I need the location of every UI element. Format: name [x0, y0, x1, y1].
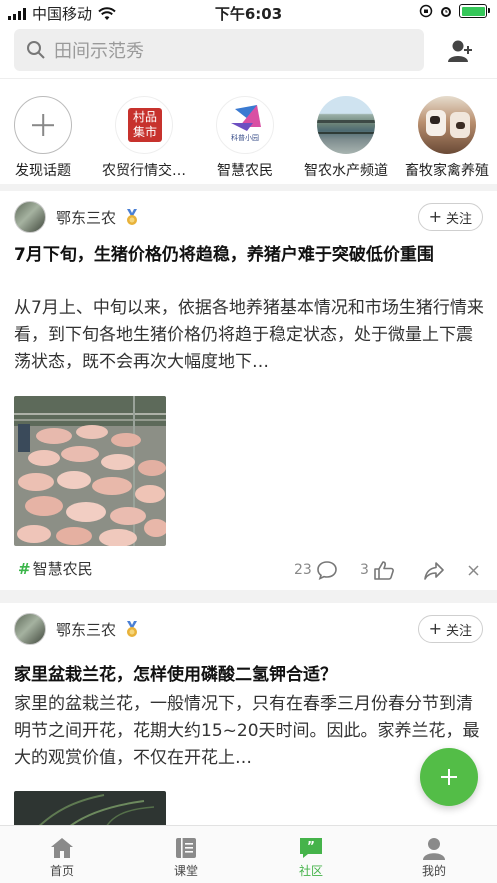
tab-community[interactable]: ” 社区	[271, 834, 351, 879]
follow-button[interactable]: + 关注	[417, 203, 483, 231]
topic-carousel: 发现话题 村品集市 农贸行情交… 科普小园 智慧农民 智农水产频道 畜牧家禽养殖	[0, 78, 497, 184]
topic-aquaculture[interactable]: 智农水产频道	[296, 96, 396, 180]
close-icon[interactable]	[468, 565, 479, 576]
post-card[interactable]: 鄂东三农 + 关注 7月下旬，生猪价格仍将趋稳，养猪户难于突破低价重围 从7月上…	[0, 191, 497, 590]
author-row[interactable]: 鄂东三农	[14, 613, 140, 645]
hashtag-icon: #	[18, 560, 31, 578]
battery-icon	[459, 4, 490, 18]
topic-livestock[interactable]: 畜牧家禽养殖	[397, 96, 497, 180]
post-body[interactable]: 从7月上、中旬以来，依据各地养猪基本情况和市场生猪行情来看，到下旬各地生猪价格仍…	[14, 295, 487, 377]
tab-label: 我的	[421, 864, 446, 878]
smart-farmer-logo-text: 科普小园	[231, 134, 259, 142]
alarm-icon	[441, 7, 451, 17]
search-icon	[27, 41, 45, 59]
plus-icon: +	[428, 619, 442, 638]
plus-icon: +	[428, 207, 442, 226]
avatar[interactable]	[14, 201, 46, 233]
market-logo-text: 村品集市	[128, 108, 162, 142]
svg-text:”: ”	[307, 839, 315, 853]
avatar[interactable]	[14, 613, 46, 645]
topic-discover[interactable]: 发现话题	[0, 96, 93, 180]
follow-label: 关注	[445, 211, 472, 227]
search-header: 田间示范秀	[0, 26, 497, 78]
follow-label: 关注	[445, 623, 472, 639]
add-user-icon[interactable]	[447, 38, 475, 64]
post-footer: # 智慧农民 23 3	[0, 550, 497, 590]
pig-farm-photo[interactable]	[14, 396, 166, 546]
user-icon	[423, 838, 445, 860]
bottom-tab-bar: 首页 课堂 ” 社区 我的	[0, 825, 497, 883]
author-row[interactable]: 鄂东三农	[14, 201, 140, 233]
tab-label: 社区	[298, 864, 323, 878]
like-count: 3	[360, 562, 369, 578]
tab-label: 首页	[49, 864, 74, 878]
tab-home[interactable]: 首页	[22, 834, 102, 879]
post-card[interactable]: 鄂东三农 + 关注 家里盆栽兰花，怎样使用磷酸二氢钾合适？ 家里的盆栽兰花，一般…	[0, 603, 497, 825]
topic-label: 智农水产频道	[304, 163, 388, 179]
post-body[interactable]: 家里的盆栽兰花，一般情况下，只有在春季三月份春分节到清明节之间开花，花期大约15…	[14, 691, 487, 773]
smart-farmer-logo: 科普小园	[216, 96, 274, 154]
livestock-photo	[418, 96, 476, 154]
search-placeholder: 田间示范秀	[54, 41, 144, 62]
topic-label: 畜牧家禽养殖	[405, 163, 489, 179]
plus-icon	[14, 96, 72, 154]
comment-button[interactable]: 23	[294, 560, 338, 580]
topic-smart-farmer[interactable]: 科普小园 智慧农民	[195, 96, 295, 180]
search-input[interactable]: 田间示范秀	[14, 29, 424, 71]
like-button[interactable]: 3	[360, 560, 395, 580]
home-icon	[51, 838, 73, 858]
post-title[interactable]: 7月下旬，生猪价格仍将趋稳，养猪户难于突破低价重围	[14, 243, 483, 268]
tab-profile[interactable]: 我的	[394, 834, 474, 879]
follow-button[interactable]: + 关注	[417, 615, 483, 643]
thumbs-up-icon	[374, 561, 394, 580]
aquaculture-photo	[317, 96, 375, 154]
create-post-button[interactable]	[420, 748, 478, 806]
comment-count: 23	[294, 562, 312, 578]
topic-tag[interactable]: # 智慧农民	[18, 558, 93, 579]
medal-icon	[127, 621, 138, 637]
share-icon[interactable]	[424, 562, 444, 580]
book-icon	[176, 838, 196, 858]
tab-label: 课堂	[173, 864, 198, 878]
topic-label: 发现话题	[15, 163, 71, 179]
author-name[interactable]: 鄂东三农	[56, 619, 116, 640]
orchid-photo[interactable]	[14, 791, 166, 825]
medal-icon	[127, 209, 138, 225]
orientation-lock-icon	[419, 4, 433, 18]
market-logo: 村品集市	[115, 96, 173, 154]
topic-label: 智慧农民	[217, 163, 273, 179]
status-bar: 中国移动 下午6:03	[0, 0, 497, 26]
author-name[interactable]: 鄂东三农	[56, 207, 116, 228]
comment-icon	[317, 561, 337, 580]
tag-label: 智慧农民	[32, 560, 93, 578]
chat-bubble-icon: ”	[300, 838, 322, 858]
tab-classroom[interactable]: 课堂	[146, 834, 226, 879]
topic-label: 农贸行情交…	[102, 163, 186, 179]
topic-market[interactable]: 村品集市 农贸行情交…	[94, 96, 194, 180]
post-title[interactable]: 家里盆栽兰花，怎样使用磷酸二氢钾合适？	[14, 663, 483, 688]
